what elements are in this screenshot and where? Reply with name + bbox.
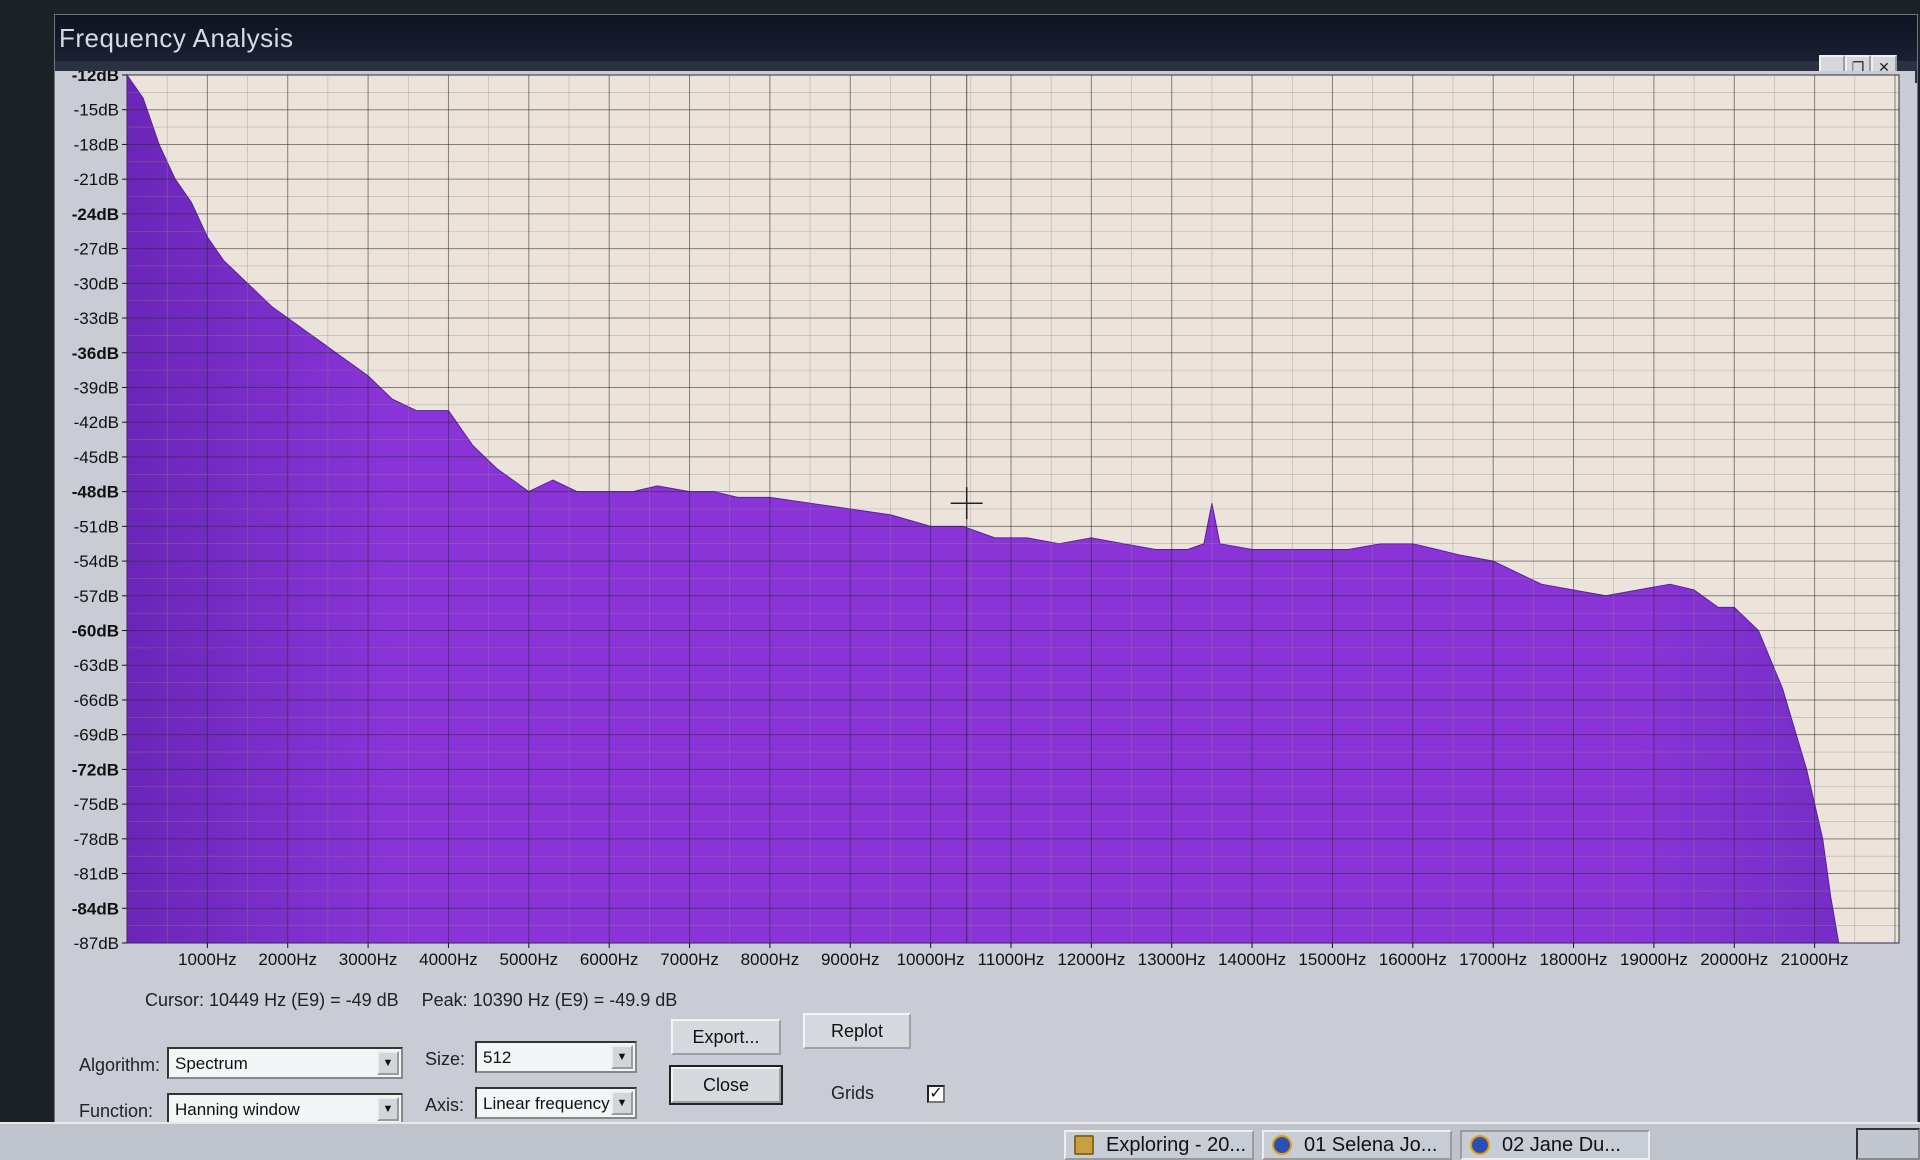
x-tick-label: 8000Hz bbox=[741, 950, 800, 969]
size-select[interactable]: 512 ▼ bbox=[475, 1041, 637, 1073]
y-tick-label: -87dB bbox=[74, 934, 119, 953]
y-tick-label: -72dB bbox=[72, 760, 119, 779]
taskbar-item-label: 02 Jane Du... bbox=[1502, 1134, 1621, 1156]
x-tick-label: 11000Hz bbox=[978, 950, 1045, 969]
x-tick-label: 19000Hz bbox=[1620, 950, 1688, 969]
x-tick-label: 6000Hz bbox=[580, 950, 639, 969]
y-tick-label: -75dB bbox=[74, 795, 119, 814]
y-tick-label: -39dB bbox=[74, 378, 119, 397]
x-tick-label: 12000Hz bbox=[1057, 950, 1125, 969]
y-tick-label: -60dB bbox=[72, 622, 119, 641]
y-tick-label: -15dB bbox=[74, 101, 119, 120]
taskbar-item-audacity-2[interactable]: 02 Jane Du... bbox=[1460, 1130, 1650, 1160]
axis-value: Linear frequency bbox=[483, 1094, 610, 1113]
spectrum-plot-panel: -12dB -15dB -18dB -21dB -24dB -27dB -30dB -33dB… bbox=[55, 71, 1915, 971]
frequency-analysis-window: Frequency Analysis _ ❐ ✕ -12dB -15dB -18dB… bbox=[54, 14, 1918, 1160]
y-tick-label: -66dB bbox=[74, 691, 119, 710]
audacity-headphones-icon bbox=[1272, 1135, 1292, 1155]
y-tick-label: -30dB bbox=[74, 274, 119, 293]
y-tick-label: -45dB bbox=[74, 448, 119, 467]
taskbar: Exploring - 20... 01 Selena Jo... 02 Jan… bbox=[0, 1122, 1920, 1160]
chevron-down-icon[interactable]: ▼ bbox=[377, 1051, 399, 1075]
y-tick-label: -36dB bbox=[72, 344, 119, 363]
y-tick-label: -24dB bbox=[72, 205, 119, 224]
x-tick-label: 18000Hz bbox=[1539, 950, 1607, 969]
y-tick-label: -54dB bbox=[74, 552, 119, 571]
x-tick-label: 10000Hz bbox=[897, 950, 965, 969]
replot-button[interactable]: Replot bbox=[803, 1013, 911, 1049]
size-label: Size: bbox=[425, 1049, 466, 1069]
x-tick-label: 3000Hz bbox=[339, 950, 398, 969]
y-tick-label: -27dB bbox=[74, 240, 119, 259]
grids-label: Grids bbox=[831, 1083, 875, 1103]
x-tick-label: 1000Hz bbox=[178, 950, 237, 969]
x-tick-label: 7000Hz bbox=[660, 950, 719, 969]
taskbar-item-explorer[interactable]: Exploring - 20... bbox=[1064, 1130, 1254, 1160]
y-tick-label: -51dB bbox=[74, 517, 119, 536]
x-tick-label: 20000Hz bbox=[1700, 950, 1768, 969]
x-tick-label: 13000Hz bbox=[1138, 950, 1206, 969]
export-button[interactable]: Export... bbox=[671, 1019, 781, 1055]
x-tick-label: 5000Hz bbox=[500, 950, 559, 969]
chevron-down-icon[interactable]: ▼ bbox=[611, 1091, 633, 1115]
taskbar-item-label: Exploring - 20... bbox=[1106, 1134, 1247, 1156]
y-tick-label: -78dB bbox=[74, 830, 119, 849]
algorithm-label: Algorithm: bbox=[79, 1055, 161, 1075]
window-title: Frequency Analysis bbox=[59, 23, 294, 53]
function-value: Hanning window bbox=[175, 1100, 300, 1119]
y-tick-label: -63dB bbox=[74, 656, 119, 675]
y-tick-label: -48dB bbox=[72, 483, 119, 502]
axis-label: Axis: bbox=[425, 1095, 465, 1115]
axis-select[interactable]: Linear frequency ▼ bbox=[475, 1087, 637, 1119]
chevron-down-icon[interactable]: ▼ bbox=[611, 1045, 633, 1069]
close-button[interactable]: Close bbox=[669, 1065, 783, 1105]
x-tick-label: 15000Hz bbox=[1298, 950, 1366, 969]
x-tick-label: 17000Hz bbox=[1459, 950, 1527, 969]
x-tick-label: 9000Hz bbox=[821, 950, 880, 969]
folder-icon bbox=[1074, 1135, 1094, 1155]
y-tick-label: -21dB bbox=[74, 170, 119, 189]
spectrum-chart[interactable]: -12dB -15dB -18dB -21dB -24dB -27dB -30dB -33dB… bbox=[55, 71, 1915, 971]
y-tick-label: -84dB bbox=[72, 899, 119, 918]
cursor-readout: Cursor: 10449 Hz (E9) = -49 dB bbox=[145, 990, 399, 1010]
status-line: Cursor: 10449 Hz (E9) = -49 dB Peak: 103… bbox=[145, 990, 695, 1011]
system-tray[interactable] bbox=[1856, 1128, 1920, 1160]
x-tick-label: 4000Hz bbox=[419, 950, 478, 969]
peak-readout: Peak: 10390 Hz (E9) = -49.9 dB bbox=[421, 990, 678, 1010]
y-tick-label: -69dB bbox=[74, 726, 119, 745]
title-bar[interactable]: Frequency Analysis bbox=[55, 15, 1917, 61]
chevron-down-icon[interactable]: ▼ bbox=[377, 1097, 399, 1121]
taskbar-item-audacity-1[interactable]: 01 Selena Jo... bbox=[1262, 1130, 1452, 1160]
y-tick-label: -57dB bbox=[74, 587, 119, 606]
x-tick-label: 21000Hz bbox=[1781, 950, 1849, 969]
size-value: 512 bbox=[483, 1048, 512, 1067]
grids-checkbox[interactable]: ✓ bbox=[927, 1085, 945, 1103]
algorithm-select[interactable]: Spectrum ▼ bbox=[167, 1047, 403, 1079]
function-select[interactable]: Hanning window ▼ bbox=[167, 1093, 403, 1125]
x-tick-label: 2000Hz bbox=[258, 950, 317, 969]
y-tick-label: -12dB bbox=[72, 71, 119, 85]
x-tick-label: 16000Hz bbox=[1379, 950, 1447, 969]
x-tick-label: 14000Hz bbox=[1218, 950, 1286, 969]
audacity-headphones-icon bbox=[1470, 1135, 1490, 1155]
y-tick-label: -42dB bbox=[74, 413, 119, 432]
function-label: Function: bbox=[79, 1101, 154, 1121]
y-tick-label: -81dB bbox=[74, 865, 119, 884]
algorithm-value: Spectrum bbox=[175, 1054, 248, 1073]
taskbar-item-label: 01 Selena Jo... bbox=[1304, 1134, 1438, 1156]
y-tick-label: -33dB bbox=[74, 309, 119, 328]
y-tick-label: -18dB bbox=[74, 135, 119, 154]
